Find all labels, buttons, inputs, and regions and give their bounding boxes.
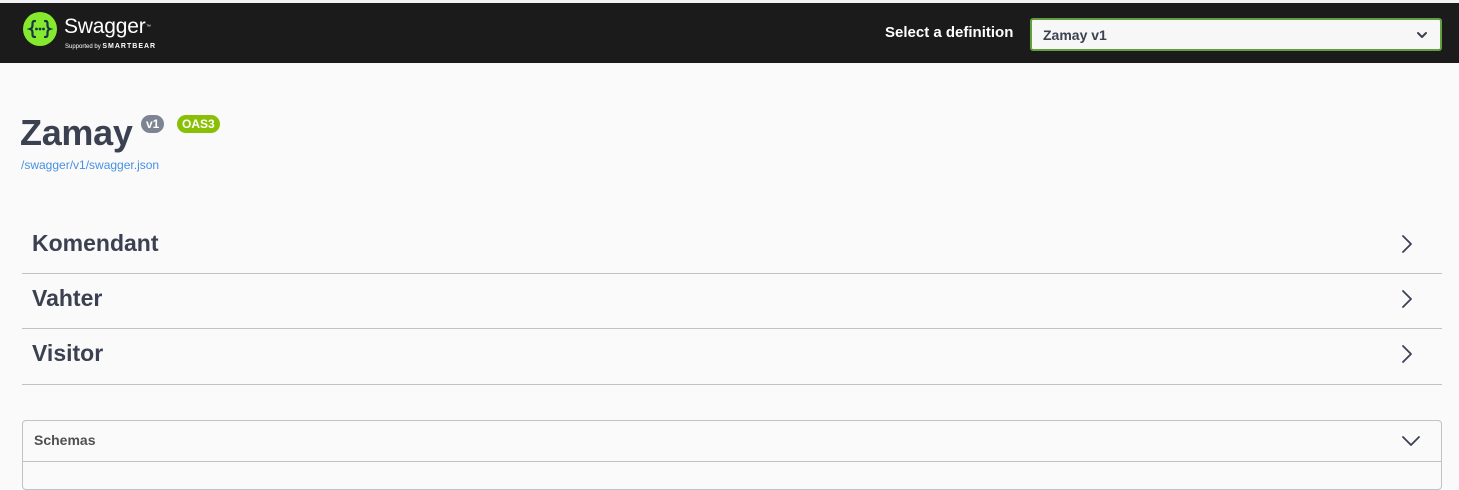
logo-supported: Supported by xyxy=(65,44,101,50)
logo-name: Swagger xyxy=(64,15,146,38)
schemas-header[interactable]: Schemas xyxy=(23,421,1441,462)
logo-subtitle: Supported by SMARTBEAR xyxy=(65,43,156,50)
logo-company: SMARTBEAR xyxy=(102,43,157,50)
topbar: Swagger ™ Supported by SMARTBEAR Select … xyxy=(0,0,1459,63)
chevron-right-icon[interactable] xyxy=(1400,343,1414,365)
tag-name: Visitor xyxy=(32,340,104,366)
spec-url-link[interactable]: /swagger/v1/swagger.json xyxy=(21,158,159,172)
tag-visitor[interactable]: Visitor xyxy=(22,329,1442,385)
logo-trademark: ™ xyxy=(146,24,151,30)
schemas-section: Schemas xyxy=(22,420,1442,490)
logo-text: Swagger ™ Supported by SMARTBEAR xyxy=(64,11,184,55)
tag-name: Komendant xyxy=(32,230,159,256)
chevron-down-icon[interactable] xyxy=(1401,434,1421,448)
tag-name: Vahter xyxy=(32,285,103,311)
definition-select[interactable]: Zamay v1 xyxy=(1030,18,1442,51)
definition-select-value: Zamay v1 xyxy=(1043,27,1107,43)
swagger-braces-icon xyxy=(23,12,57,46)
schemas-title: Schemas xyxy=(34,432,96,448)
chevron-down-icon xyxy=(1417,32,1427,38)
tag-komendant[interactable]: Komendant xyxy=(22,219,1442,274)
api-title: Zamay xyxy=(20,112,133,153)
swagger-logo[interactable]: Swagger ™ Supported by SMARTBEAR xyxy=(22,11,184,55)
tag-vahter[interactable]: Vahter xyxy=(22,274,1442,329)
oas-badge: OAS3 xyxy=(177,115,220,133)
definition-label: Select a definition xyxy=(885,24,1014,41)
chevron-right-icon[interactable] xyxy=(1400,288,1414,310)
version-badge: v1 xyxy=(141,115,165,133)
chevron-right-icon[interactable] xyxy=(1400,233,1414,255)
